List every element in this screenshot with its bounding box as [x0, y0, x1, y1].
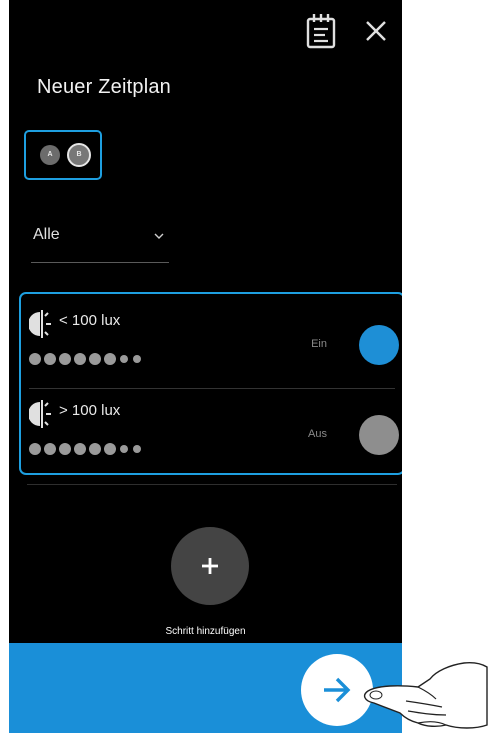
filter-dropdown[interactable]: Alle — [31, 222, 169, 263]
device-dot — [104, 353, 116, 365]
step-list: < 100 lux Ein > 100 lux Aus — [19, 292, 402, 475]
light-sensor-icon — [29, 400, 51, 428]
device-a-button[interactable]: A — [40, 145, 60, 165]
device-dot — [59, 353, 71, 365]
device-dot — [89, 443, 101, 455]
chevron-down-icon — [154, 233, 164, 239]
arrow-right-icon — [324, 677, 351, 703]
device-b-button[interactable]: B — [67, 143, 91, 167]
device-dot — [120, 355, 128, 363]
device-dot — [89, 353, 101, 365]
step-state-label: Aus — [308, 428, 327, 440]
app-screen: Neuer Zeitplan A B Alle < 100 lux Ein > … — [9, 0, 402, 733]
plus-icon — [202, 558, 218, 574]
add-step-label: Schritt hinzufügen — [165, 626, 246, 637]
device-dot — [59, 443, 71, 455]
device-dot — [29, 443, 41, 455]
pointing-hand-icon — [363, 662, 488, 729]
device-dot — [74, 443, 86, 455]
step-condition: < 100 lux — [59, 312, 121, 329]
step-item[interactable]: > 100 lux Aus — [21, 386, 402, 474]
device-dot — [74, 353, 86, 365]
calendar-list-icon — [306, 14, 336, 49]
device-dot — [44, 443, 56, 455]
device-dot — [120, 445, 128, 453]
step-condition: > 100 lux — [59, 402, 121, 419]
light-sensor-icon — [29, 310, 51, 338]
close-button[interactable] — [359, 14, 393, 48]
device-selector: A B — [24, 130, 102, 180]
step-toggle-on[interactable] — [359, 325, 399, 365]
filter-value: Alle — [33, 226, 60, 243]
device-dot — [104, 443, 116, 455]
page-title: Neuer Zeitplan — [37, 76, 171, 98]
step-item[interactable]: < 100 lux Ein — [21, 296, 402, 384]
step-toggle-off[interactable] — [359, 415, 399, 455]
device-dot — [44, 353, 56, 365]
device-dot — [29, 353, 41, 365]
calendar-button[interactable] — [305, 12, 337, 50]
step-state-label: Ein — [311, 338, 327, 350]
device-dot — [133, 445, 141, 453]
add-step-button[interactable] — [171, 527, 249, 605]
device-dot — [133, 355, 141, 363]
close-icon — [366, 21, 386, 41]
divider — [27, 484, 397, 485]
